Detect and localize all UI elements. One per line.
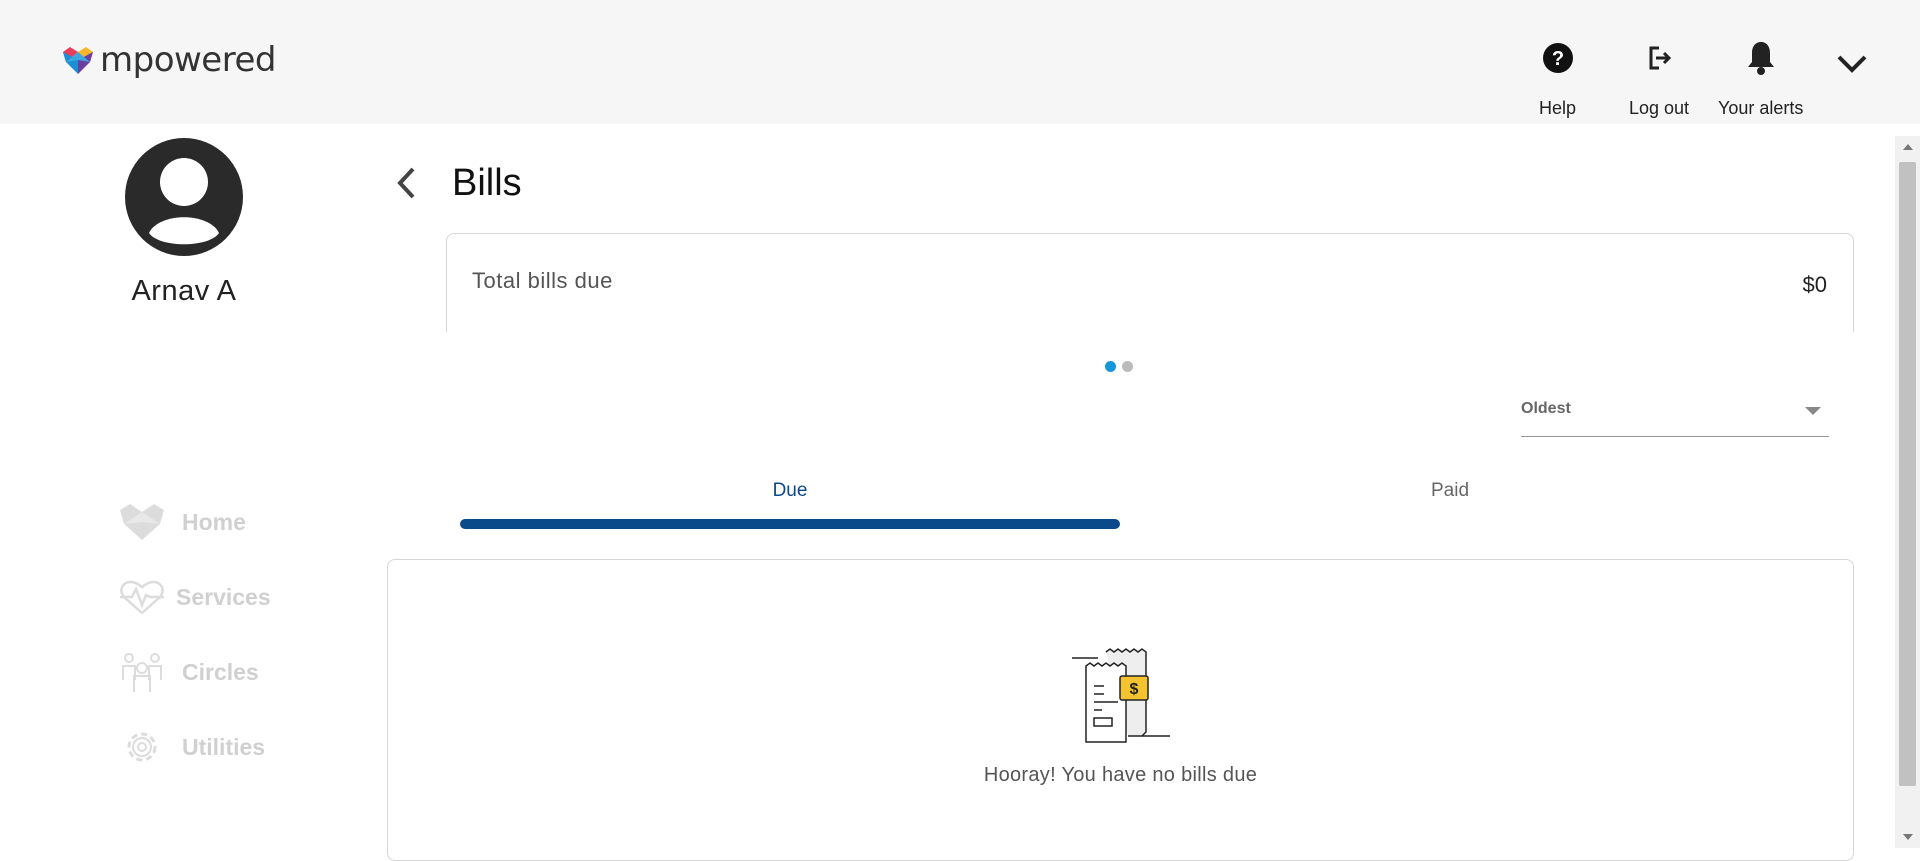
sidebar-item-circles[interactable]: Circles [116, 650, 259, 694]
back-button[interactable] [388, 158, 424, 208]
svg-text:?: ? [1551, 48, 1563, 70]
help-label: Help [1539, 98, 1577, 118]
alerts-button[interactable]: Your alerts [1718, 38, 1803, 119]
arrow-up-icon [1902, 144, 1913, 150]
sidebar-item-label: Utilities [182, 733, 266, 760]
receipt-illustration-icon: $ [1072, 648, 1170, 743]
dropdown-arrow-icon [1805, 407, 1821, 415]
arrow-down-icon [1902, 834, 1913, 840]
chevron-left-icon [397, 167, 415, 199]
scrollbar-thumb[interactable] [1899, 162, 1916, 786]
logout-icon [1645, 38, 1673, 78]
bills-list-panel: $ Hooray! You have no bills due [387, 559, 1854, 861]
svg-text:$: $ [1130, 681, 1139, 698]
scroll-up-button[interactable] [1895, 136, 1920, 158]
sort-selected-value: Oldest [1521, 400, 1571, 417]
total-bills-label: Total bills due [472, 268, 613, 293]
sidebar-item-services[interactable]: Services [116, 575, 271, 619]
alerts-label: Your alerts [1718, 98, 1804, 118]
heartbeat-icon [116, 575, 168, 619]
avatar-icon [125, 138, 243, 256]
total-bills-card: Total bills due $0 [446, 233, 1854, 332]
total-bills-value: $0 [1802, 272, 1827, 297]
account-menu-toggle[interactable] [1836, 44, 1868, 84]
bell-icon [1745, 38, 1777, 78]
gear-icon [116, 725, 168, 769]
active-tab-indicator [460, 519, 1120, 529]
sidebar-item-label: Circles [182, 658, 259, 685]
logout-button[interactable]: Log out [1629, 38, 1689, 119]
tab-paid[interactable]: Paid [1120, 480, 1780, 502]
scroll-down-button[interactable] [1895, 826, 1920, 848]
top-header: mpowered ? Help Log out Your alerts [0, 0, 1920, 124]
logo-text: mpowered [100, 40, 276, 80]
page-title: Bills [452, 161, 522, 204]
page-header: Bills [388, 158, 522, 208]
empty-state-message: Hooray! You have no bills due [983, 764, 1258, 786]
carousel-dot-2[interactable] [1122, 361, 1133, 372]
vertical-scrollbar[interactable] [1895, 136, 1920, 848]
chevron-down-icon [1836, 44, 1868, 84]
carousel-dot-1[interactable] [1105, 361, 1116, 372]
sidebar-item-label: Services [176, 583, 271, 610]
tab-due[interactable]: Due [460, 480, 1120, 502]
people-icon [116, 650, 168, 694]
user-name: Arnav A [131, 275, 237, 307]
brand-logo[interactable]: mpowered [62, 40, 276, 80]
sidebar-item-utilities[interactable]: Utilities [116, 725, 265, 769]
logo-mark-icon [63, 47, 93, 74]
sidebar-item-label: Home [182, 508, 246, 535]
logout-label: Log out [1629, 98, 1690, 118]
user-profile[interactable]: Arnav A [100, 138, 268, 308]
sidebar-item-home[interactable]: Home [116, 500, 246, 544]
help-button[interactable]: ? Help [1539, 38, 1576, 119]
sort-dropdown[interactable]: Oldest [1521, 396, 1829, 437]
carousel-dots [1105, 361, 1133, 372]
help-icon: ? [1542, 38, 1574, 78]
home-heart-icon [116, 500, 168, 544]
